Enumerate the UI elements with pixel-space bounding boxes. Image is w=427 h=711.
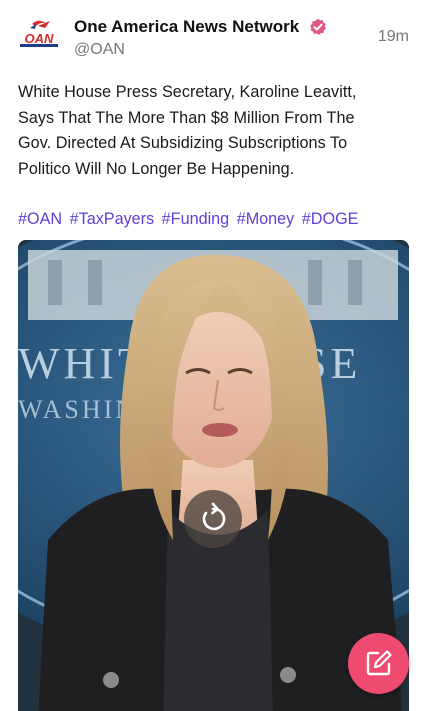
hashtag-link[interactable]: #DOGE (302, 210, 359, 228)
compose-icon (366, 650, 392, 676)
author-name-row: One America News Network (74, 17, 327, 39)
post-text-line: Says That The More Than $8 Million From … (18, 108, 355, 127)
post-timestamp: 19m (377, 28, 409, 45)
verified-badge-icon (309, 18, 327, 36)
post-header: OAN One America News Network @OAN 19m (16, 14, 409, 64)
author-handle[interactable]: @OAN (74, 41, 125, 59)
replay-icon (202, 502, 226, 531)
hashtag-link[interactable]: #Money (237, 210, 295, 228)
compose-button[interactable] (348, 633, 409, 694)
replay-button[interactable] (184, 490, 242, 548)
hashtag-link[interactable]: #Funding (162, 210, 230, 228)
post-text-line: Politico Will No Longer Be Happening. (18, 159, 295, 178)
hashtag-link[interactable]: #TaxPayers (70, 210, 155, 228)
post-body-text: White House Press Secretary, Karoline Le… (18, 80, 410, 182)
oan-logo-text: OAN (25, 31, 55, 46)
oan-logo-icon: OAN (16, 14, 62, 60)
post-text-line: White House Press Secretary, Karoline Le… (18, 83, 357, 101)
post-card: OAN One America News Network @OAN 19m Wh… (0, 0, 427, 711)
avatar[interactable]: OAN (16, 14, 62, 60)
post-text-line: Gov. Directed At Subsidizing Subscriptio… (18, 134, 348, 152)
hashtag-list: #OAN #TaxPayers #Funding #Money #DOGE (18, 207, 418, 232)
author-display-name[interactable]: One America News Network (74, 17, 299, 36)
hashtag-link[interactable]: #OAN (18, 210, 62, 228)
